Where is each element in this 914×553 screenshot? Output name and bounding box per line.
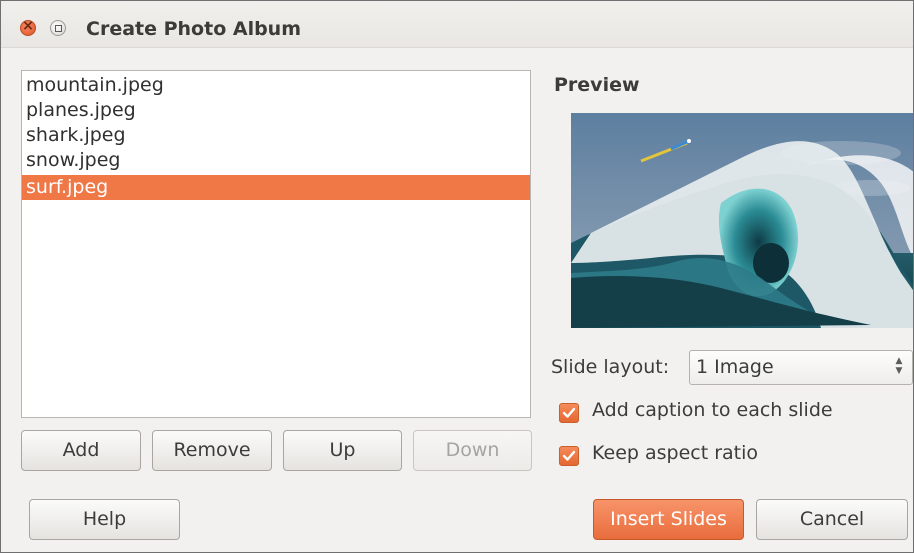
maximize-icon[interactable] bbox=[50, 20, 66, 36]
cancel-button[interactable]: Cancel bbox=[756, 499, 908, 540]
list-item-selected[interactable]: surf.jpeg bbox=[22, 175, 530, 200]
add-caption-label: Add caption to each slide bbox=[592, 399, 833, 421]
checkmark-icon bbox=[562, 407, 576, 418]
checkmark-icon bbox=[562, 450, 576, 461]
list-item[interactable]: snow.jpeg bbox=[22, 148, 530, 173]
add-button[interactable]: Add bbox=[21, 430, 141, 471]
list-item[interactable]: shark.jpeg bbox=[22, 123, 530, 148]
slide-layout-label: Slide layout: bbox=[551, 356, 670, 378]
title-bar: Create Photo Album bbox=[1, 1, 913, 48]
keep-aspect-label: Keep aspect ratio bbox=[592, 442, 759, 464]
insert-slides-button[interactable]: Insert Slides bbox=[593, 499, 744, 540]
list-item[interactable]: planes.jpeg bbox=[22, 98, 530, 123]
keep-aspect-checkbox[interactable] bbox=[559, 446, 579, 466]
surf-wave-photo bbox=[571, 113, 913, 328]
help-button[interactable]: Help bbox=[29, 499, 180, 540]
create-photo-album-dialog: Create Photo Album mountain.jpeg planes.… bbox=[0, 0, 914, 553]
close-icon[interactable] bbox=[20, 18, 36, 36]
down-button[interactable]: Down bbox=[413, 430, 532, 471]
dialog-title: Create Photo Album bbox=[86, 18, 302, 40]
image-file-list[interactable]: mountain.jpeg planes.jpeg shark.jpeg sno… bbox=[21, 70, 531, 418]
add-caption-checkbox[interactable] bbox=[559, 403, 579, 423]
remove-button[interactable]: Remove bbox=[152, 430, 272, 471]
list-item[interactable]: mountain.jpeg bbox=[22, 73, 530, 98]
spinner-arrows-icon[interactable]: ▲ ▼ bbox=[892, 356, 906, 378]
slide-layout-select[interactable]: 1 Image ▲ ▼ bbox=[689, 350, 913, 385]
up-button[interactable]: Up bbox=[283, 430, 402, 471]
preview-image bbox=[571, 113, 913, 328]
slide-layout-value: 1 Image bbox=[696, 356, 774, 378]
preview-label: Preview bbox=[554, 74, 640, 96]
